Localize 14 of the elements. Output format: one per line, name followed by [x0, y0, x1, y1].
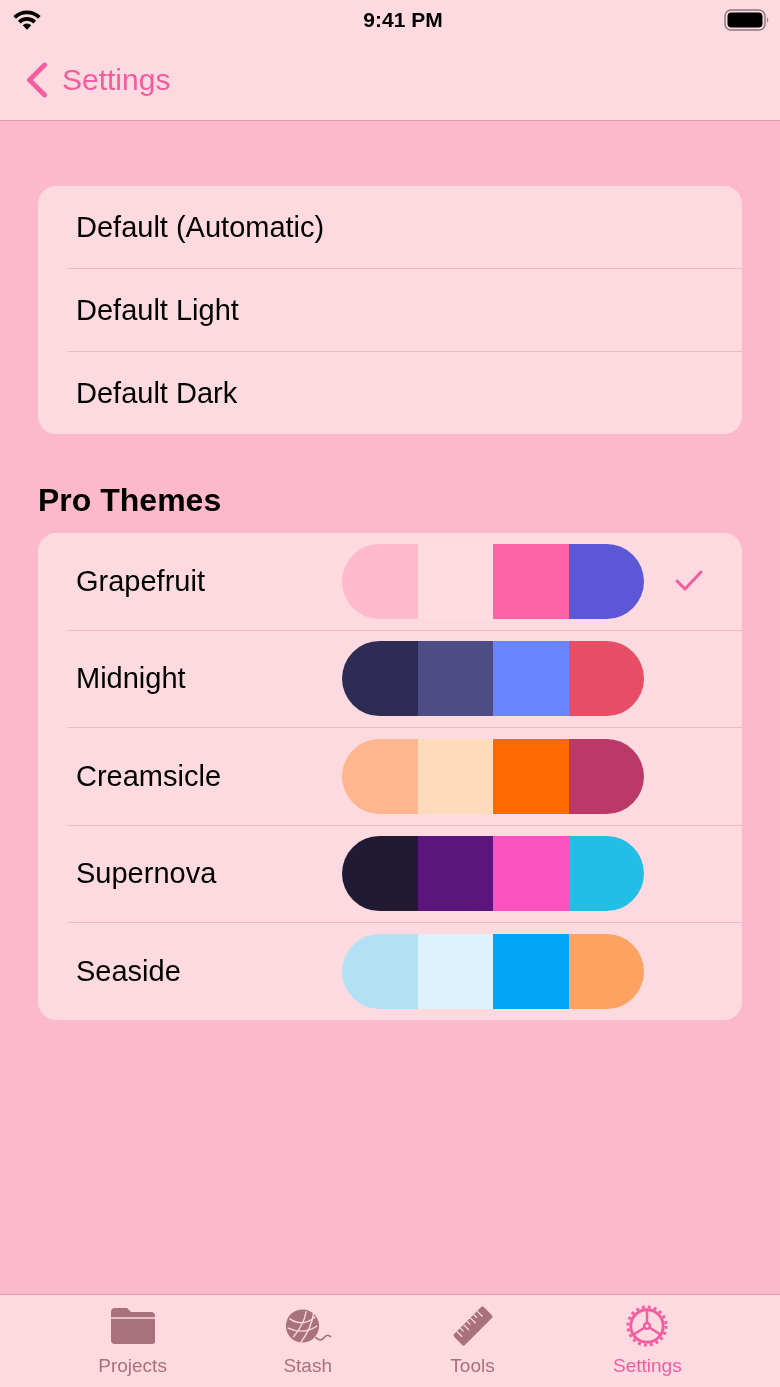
theme-row[interactable]: Seaside [68, 923, 742, 1020]
theme-row[interactable]: Default Light [68, 269, 742, 352]
wifi-icon [12, 9, 42, 31]
theme-row[interactable]: Midnight [68, 630, 742, 728]
theme-row[interactable]: Supernova [68, 825, 742, 923]
theme-row[interactable]: Grapefruit [68, 533, 742, 631]
theme-row[interactable]: Default (Automatic) [68, 186, 742, 269]
status-time: 9:41 PM [363, 8, 443, 32]
section-header: Pro Themes [38, 482, 223, 519]
theme-row[interactable]: Default Dark [68, 352, 742, 434]
folder-icon [108, 1305, 157, 1347]
theme-row[interactable]: Creamsicle [68, 728, 742, 826]
chevron-left-icon [26, 62, 48, 98]
battery-icon [724, 9, 770, 31]
